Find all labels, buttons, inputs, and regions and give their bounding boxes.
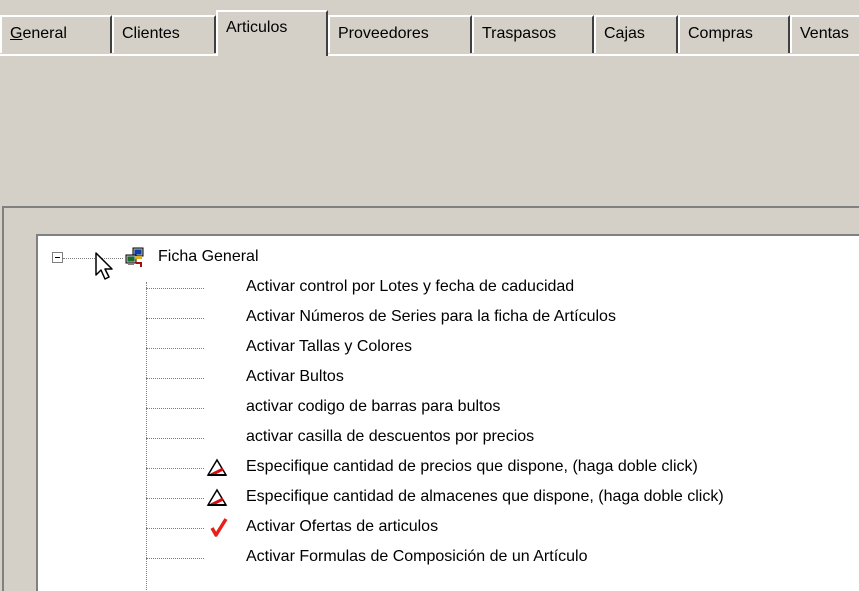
tree-item-label: Activar Formulas de Composición de un Ar… — [246, 548, 588, 565]
settings-tree[interactable]: Ficha General Activar control por Lotes … — [36, 234, 859, 591]
tab-compras-label: Compras — [688, 25, 753, 42]
tab-page-upper-area — [0, 56, 859, 206]
tab-general-mnemonic: G — [10, 25, 23, 42]
tree-branch — [146, 438, 204, 439]
tree-item-label: Activar control por Lotes y fecha de cad… — [246, 278, 575, 295]
tree-root-label: Ficha General — [158, 248, 259, 265]
tab-traspasos[interactable]: Traspasos — [472, 15, 594, 53]
tree-item-label: Activar Tallas y Colores — [246, 338, 412, 355]
tree-panel-frame: Ficha General Activar control por Lotes … — [2, 206, 859, 591]
mouse-pointer-icon — [94, 252, 120, 287]
tree-item-label: Especifique cantidad de almacenes que di… — [246, 488, 724, 505]
tab-baseline — [0, 54, 859, 56]
tree-item-label: Activar Bultos — [246, 368, 344, 385]
tab-general[interactable]: General — [0, 15, 112, 53]
computer-network-icon — [124, 246, 146, 268]
tree-item-label: Activar Ofertas de articulos — [246, 518, 439, 535]
tab-clientes-label: Clientes — [122, 25, 180, 42]
tab-proveedores-label: Proveedores — [338, 25, 429, 42]
tab-strip: General Clientes Articulos Proveedores T… — [0, 0, 859, 56]
tree-item-label: Activar Números de Series para la ficha … — [246, 308, 616, 325]
collapse-toggle-icon[interactable] — [52, 252, 63, 263]
tab-ventas-label: Ventas — [800, 25, 849, 42]
tree-branch — [146, 558, 204, 559]
tree-branch — [146, 378, 204, 379]
tree-item-label: activar casilla de descuentos por precio… — [246, 428, 535, 445]
tab-compras[interactable]: Compras — [678, 15, 790, 53]
tree-branch — [146, 498, 204, 499]
tree-root-connector — [146, 282, 147, 591]
tab-cajas-label: Cajas — [604, 25, 645, 42]
tab-proveedores[interactable]: Proveedores — [328, 15, 472, 53]
tab-articulos-label: Articulos — [226, 19, 288, 36]
tab-ventas[interactable]: Ventas — [790, 15, 859, 53]
tab-general-label: eneral — [22, 25, 67, 42]
warning-triangle-icon — [206, 456, 228, 478]
warning-triangle-icon — [206, 486, 228, 508]
checkmark-icon — [208, 516, 230, 538]
tree-branch — [146, 348, 204, 349]
tree-branch — [146, 318, 204, 319]
tab-clientes[interactable]: Clientes — [112, 15, 216, 53]
tree-branch — [146, 288, 204, 289]
tab-articulos[interactable]: Articulos — [216, 10, 328, 56]
tree-branch — [146, 528, 204, 529]
tree-item-label: activar codigo de barras para bultos — [246, 398, 501, 415]
tab-traspasos-label: Traspasos — [482, 25, 557, 42]
tree-branch — [146, 468, 204, 469]
tab-cajas[interactable]: Cajas — [594, 15, 678, 53]
tree-item-label: Especifique cantidad de precios que disp… — [246, 458, 698, 475]
tree-branch — [146, 408, 204, 409]
